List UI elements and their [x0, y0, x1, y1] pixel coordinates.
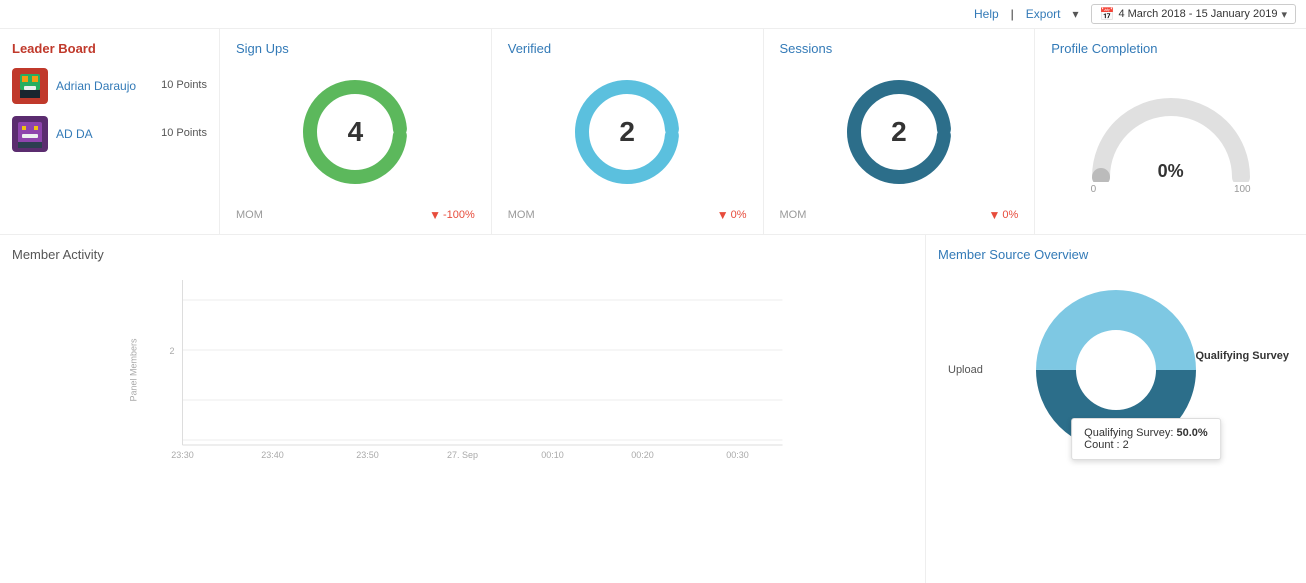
leader-points-2: 10 Points: [161, 127, 207, 139]
source-tooltip: Qualifying Survey: 50.0% Count : 2: [1071, 418, 1221, 460]
sessions-mom-value: ▼ 0%: [988, 208, 1018, 222]
avatar-1-img: [12, 68, 48, 104]
sessions-arrow: ▼: [988, 208, 1000, 222]
top-row: Leader Board Adrian Daraujo 10 Points: [0, 29, 1306, 235]
avatar-2: [12, 116, 48, 152]
leader-info-1: Adrian Daraujo 10 Points: [56, 79, 207, 93]
signups-card: Sign Ups 4 MOM ▼ -100%: [220, 29, 492, 234]
leaderboard-title: Leader Board: [12, 41, 207, 56]
svg-text:Panel Members: Panel Members: [129, 338, 139, 402]
leader-info-2: AD DA 10 Points: [56, 127, 207, 141]
activity-chart-svg: Panel Members 2 23:30 23:40 23:50 27. Se…: [12, 270, 913, 470]
sessions-card: Sessions 2 MOM ▼ 0%: [764, 29, 1036, 234]
svg-text:27. Sep: 27. Sep: [447, 450, 478, 460]
tooltip-line2: Count : 2: [1084, 439, 1208, 451]
leader-points-1: 10 Points: [161, 79, 207, 91]
gauge-value: 0%: [1158, 161, 1184, 182]
svg-text:23:30: 23:30: [171, 450, 194, 460]
member-activity-panel: Member Activity Panel Members 2: [0, 235, 926, 583]
avatar-2-img: [12, 116, 48, 152]
member-source-panel: Member Source Overview Upload: [926, 235, 1306, 583]
sessions-value: 2: [891, 116, 907, 148]
gauge-min: 0: [1091, 184, 1097, 195]
signups-donut-container: 4: [236, 64, 475, 200]
verified-arrow: ▼: [717, 208, 729, 222]
profile-completion-title: Profile Completion: [1051, 41, 1290, 56]
gauge-max: 100: [1234, 184, 1251, 195]
member-activity-title: Member Activity: [12, 247, 913, 262]
leader-item-2: AD DA 10 Points: [12, 116, 207, 152]
verified-title: Verified: [508, 41, 747, 56]
svg-text:2: 2: [169, 346, 174, 356]
tooltip-count-value: 2: [1123, 439, 1129, 451]
gauge-wrap: 0%: [1091, 92, 1251, 182]
sessions-donut-container: 2: [780, 64, 1019, 200]
help-link[interactable]: Help: [974, 7, 999, 21]
top-bar: Help | Export ▾ 📅 4 March 2018 - 15 Janu…: [0, 0, 1306, 29]
gauge-labels: 0 100: [1091, 184, 1251, 195]
leader-board-panel: Leader Board Adrian Daraujo 10 Points: [0, 29, 220, 234]
svg-text:00:10: 00:10: [541, 450, 564, 460]
bottom-row: Member Activity Panel Members 2: [0, 235, 1306, 583]
leader-name-1[interactable]: Adrian Daraujo: [56, 79, 136, 93]
source-label-left: Upload: [948, 364, 983, 376]
source-title: Member Source Overview: [938, 247, 1294, 262]
verified-card: Verified 2 MOM ▼ 0%: [492, 29, 764, 234]
chart-area: Panel Members 2 23:30 23:40 23:50 27. Se…: [12, 270, 913, 470]
tooltip-line1: Qualifying Survey: 50.0%: [1084, 427, 1208, 439]
verified-value: 2: [619, 116, 635, 148]
source-label-right: Qualifying Survey: [1195, 350, 1289, 362]
verified-donut-container: 2: [508, 64, 747, 200]
main-layout: Leader Board Adrian Daraujo 10 Points: [0, 29, 1306, 583]
tooltip-label: Qualifying Survey:: [1084, 427, 1173, 439]
export-link[interactable]: Export: [1026, 7, 1061, 21]
avatar-1: [12, 68, 48, 104]
date-range-chevron: ▾: [1281, 8, 1287, 21]
signups-title: Sign Ups: [236, 41, 475, 56]
sessions-mom-label: MOM: [780, 209, 807, 221]
svg-text:23:50: 23:50: [356, 450, 379, 460]
calendar-icon: 📅: [1100, 7, 1115, 21]
verified-mom-value: ▼ 0%: [717, 208, 747, 222]
verified-footer: MOM ▼ 0%: [508, 208, 747, 222]
signups-footer: MOM ▼ -100%: [236, 208, 475, 222]
date-range[interactable]: 📅 4 March 2018 - 15 January 2019 ▾: [1091, 4, 1296, 24]
divider: |: [1011, 7, 1014, 21]
verified-mom-label: MOM: [508, 209, 535, 221]
svg-text:00:20: 00:20: [631, 450, 654, 460]
signups-mom-label: MOM: [236, 209, 263, 221]
verified-donut: 2: [567, 72, 687, 192]
profile-completion-card: Profile Completion 0% 0 100: [1035, 29, 1306, 234]
gauge-container: 0% 0 100: [1051, 64, 1290, 222]
source-content: Upload Qualifying Survey: [938, 270, 1294, 470]
date-range-text: 4 March 2018 - 15 January 2019: [1118, 8, 1277, 20]
tooltip-count-label: Count :: [1084, 439, 1119, 451]
signups-mom-value: ▼ -100%: [429, 208, 475, 222]
svg-text:00:30: 00:30: [726, 450, 749, 460]
sessions-footer: MOM ▼ 0%: [780, 208, 1019, 222]
export-chevron[interactable]: ▾: [1072, 7, 1078, 21]
signups-value: 4: [348, 116, 364, 148]
leader-name-2[interactable]: AD DA: [56, 127, 93, 141]
signups-arrow: ▼: [429, 208, 441, 222]
sessions-donut: 2: [839, 72, 959, 192]
sessions-title: Sessions: [780, 41, 1019, 56]
svg-text:23:40: 23:40: [261, 450, 284, 460]
tooltip-percent: 50.0%: [1176, 427, 1207, 439]
leader-item-1: Adrian Daraujo 10 Points: [12, 68, 207, 104]
signups-donut: 4: [295, 72, 415, 192]
